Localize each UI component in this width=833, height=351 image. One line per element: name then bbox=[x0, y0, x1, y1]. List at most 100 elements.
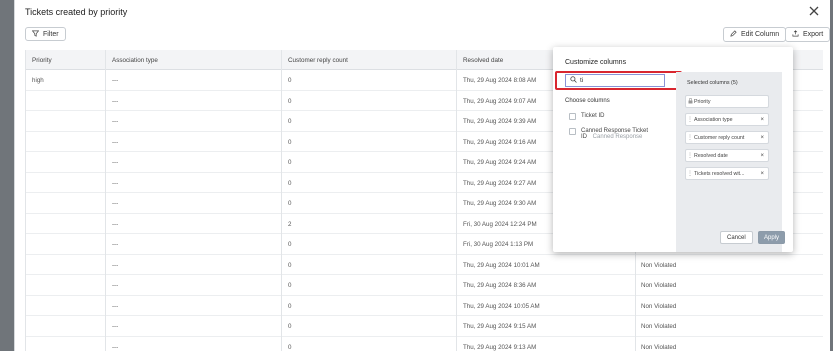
cell-customer-reply-count: 0 bbox=[288, 118, 292, 125]
selected-chip-resolved-date[interactable]: ⋮ Resolved date × bbox=[685, 149, 769, 162]
cell-resolved-date: Fri, 30 Aug 2024 1:13 PM bbox=[463, 241, 534, 248]
cell-association-type: --- bbox=[112, 77, 119, 84]
checkbox[interactable] bbox=[569, 113, 576, 120]
choose-columns-label: Choose columns bbox=[565, 98, 610, 104]
cell-customer-reply-count: 2 bbox=[288, 220, 292, 228]
table-row[interactable]: --- 0 Thu, 29 Aug 2024 9:15 AM Non Violated bbox=[26, 316, 823, 337]
chip-label: Priority bbox=[694, 98, 711, 105]
drag-handle-icon[interactable]: ⋮ bbox=[686, 170, 694, 177]
column-divider bbox=[281, 50, 282, 351]
edit-column-button[interactable]: Edit Column bbox=[723, 27, 787, 42]
cell-association-type: --- bbox=[112, 220, 119, 228]
table-row[interactable]: --- 0 Thu, 29 Aug 2024 10:05 AM Non Violate… bbox=[26, 296, 823, 316]
report-modal: Tickets created by priority Filter Edit … bbox=[14, 0, 831, 351]
checkbox[interactable] bbox=[569, 128, 576, 135]
cell-extra: Non Violated bbox=[641, 282, 677, 289]
column-header-customer-reply-count[interactable]: Customer reply count bbox=[288, 57, 348, 64]
selected-chip-tickets-resolved[interactable]: ⋮ Tickets resolved wit... × bbox=[685, 167, 769, 180]
cell-customer-reply-count: 0 bbox=[288, 159, 292, 166]
drag-handle-icon[interactable]: ⋮ bbox=[686, 152, 694, 159]
search-highlight-box bbox=[555, 71, 682, 90]
filter-button[interactable]: Filter bbox=[25, 27, 66, 41]
close-icon[interactable] bbox=[808, 5, 820, 17]
drag-handle-icon[interactable]: ⋮ bbox=[686, 134, 694, 141]
cell-resolved-date: Thu, 29 Aug 2024 9:13 AM bbox=[463, 343, 537, 351]
table-row[interactable]: --- 0 Thu, 29 Aug 2024 8:36 AM Non Violated bbox=[26, 275, 823, 296]
remove-icon[interactable]: × bbox=[760, 153, 764, 159]
chip-label: Tickets resolved wit... bbox=[694, 170, 745, 177]
cell-resolved-date: Thu, 29 Aug 2024 9:15 AM bbox=[463, 323, 537, 330]
cell-priority: high bbox=[32, 77, 44, 84]
cell-association-type: --- bbox=[112, 241, 119, 248]
customize-columns-panel: Customize columns ti Choose columns Tick… bbox=[553, 47, 793, 252]
cell-resolved-date: Thu, 29 Aug 2024 9:07 AM bbox=[463, 97, 537, 105]
column-header-association-type[interactable]: Association type bbox=[112, 57, 158, 64]
cell-resolved-date: Thu, 29 Aug 2024 8:08 AM bbox=[463, 77, 537, 84]
pencil-icon bbox=[730, 30, 737, 39]
column-header-priority[interactable]: Priority bbox=[32, 57, 52, 64]
export-label: Export bbox=[803, 31, 824, 38]
edit-column-label: Edit Column bbox=[741, 31, 780, 38]
table-row[interactable]: --- 0 Thu, 29 Aug 2024 9:13 AM Non Violated bbox=[26, 337, 823, 351]
filter-icon bbox=[31, 30, 40, 39]
cell-resolved-date: Thu, 29 Aug 2024 9:27 AM bbox=[463, 179, 537, 187]
cell-association-type: --- bbox=[112, 159, 119, 166]
option-label-block: Canned Response Ticket ID Canned Respons… bbox=[581, 128, 648, 140]
cell-customer-reply-count: 0 bbox=[288, 261, 292, 269]
table-row[interactable]: --- 0 Thu, 29 Aug 2024 10:01 AM Non Violate… bbox=[26, 255, 823, 275]
column-divider bbox=[456, 50, 457, 351]
remove-icon[interactable]: × bbox=[760, 135, 764, 141]
cell-extra: Non Violated bbox=[641, 261, 677, 269]
cell-customer-reply-count: 0 bbox=[288, 97, 292, 105]
cell-resolved-date: Thu, 29 Aug 2024 8:36 AM bbox=[463, 282, 537, 289]
export-icon bbox=[792, 30, 799, 39]
cell-association-type: --- bbox=[112, 200, 119, 207]
filter-label: Filter bbox=[43, 30, 59, 38]
cell-resolved-date: Thu, 29 Aug 2024 10:01 AM bbox=[463, 261, 540, 269]
remove-icon[interactable]: × bbox=[760, 171, 764, 177]
option-sublabel: Canned Response bbox=[592, 134, 643, 140]
cell-resolved-date: Fri, 30 Aug 2024 12:24 PM bbox=[463, 220, 537, 228]
cell-association-type: --- bbox=[112, 97, 119, 105]
option-canned-response-ticket-id[interactable]: Canned Response Ticket ID Canned Respons… bbox=[569, 128, 648, 140]
cell-extra: Non Violated bbox=[641, 343, 677, 351]
selected-columns-title: Selected columns (5) bbox=[687, 80, 738, 86]
selected-chip-association-type[interactable]: ⋮ Association type × bbox=[685, 113, 769, 126]
customize-columns-title: Customize columns bbox=[565, 59, 627, 66]
selected-chip-priority: Priority bbox=[685, 95, 769, 108]
cell-customer-reply-count: 0 bbox=[288, 138, 292, 146]
cell-association-type: --- bbox=[112, 261, 119, 269]
remove-icon[interactable]: × bbox=[760, 117, 764, 123]
cell-resolved-date: Thu, 29 Aug 2024 9:39 AM bbox=[463, 118, 537, 125]
option-ticket-id[interactable]: Ticket ID bbox=[569, 113, 604, 120]
cell-customer-reply-count: 0 bbox=[288, 241, 292, 248]
chip-label: Association type bbox=[694, 116, 733, 123]
column-header-resolved-date[interactable]: Resolved date bbox=[463, 57, 503, 64]
selected-columns-box: Selected columns (5) Priority ⋮ Associat… bbox=[676, 72, 782, 197]
cell-resolved-date: Thu, 29 Aug 2024 9:24 AM bbox=[463, 159, 537, 166]
cell-association-type: --- bbox=[112, 302, 119, 310]
cell-association-type: --- bbox=[112, 323, 119, 330]
cell-resolved-date: Thu, 29 Aug 2024 10:05 AM bbox=[463, 302, 540, 310]
cell-association-type: --- bbox=[112, 138, 119, 146]
export-button[interactable]: Export bbox=[785, 27, 831, 42]
column-divider bbox=[105, 50, 106, 351]
cell-extra: Non Violated bbox=[641, 302, 677, 310]
cell-resolved-date: Thu, 29 Aug 2024 9:30 AM bbox=[463, 200, 537, 207]
chip-label: Resolved date bbox=[694, 152, 728, 159]
cell-customer-reply-count: 0 bbox=[288, 77, 292, 84]
drag-handle-icon[interactable]: ⋮ bbox=[686, 116, 694, 123]
modal-title: Tickets created by priority bbox=[25, 7, 128, 17]
option-label: Ticket ID bbox=[581, 113, 605, 119]
backdrop-left bbox=[0, 0, 14, 351]
option-label-cont: ID bbox=[581, 134, 587, 140]
chip-label: Customer reply count bbox=[694, 134, 745, 141]
cell-customer-reply-count: 0 bbox=[288, 302, 292, 310]
cell-association-type: --- bbox=[112, 282, 119, 289]
selected-chip-customer-reply-count[interactable]: ⋮ Customer reply count × bbox=[685, 131, 769, 144]
cell-customer-reply-count: 0 bbox=[288, 200, 292, 207]
apply-button[interactable]: Apply bbox=[758, 231, 786, 244]
cell-association-type: --- bbox=[112, 343, 119, 351]
cell-extra: Non Violated bbox=[641, 323, 677, 330]
cancel-button[interactable]: Cancel bbox=[720, 231, 753, 244]
